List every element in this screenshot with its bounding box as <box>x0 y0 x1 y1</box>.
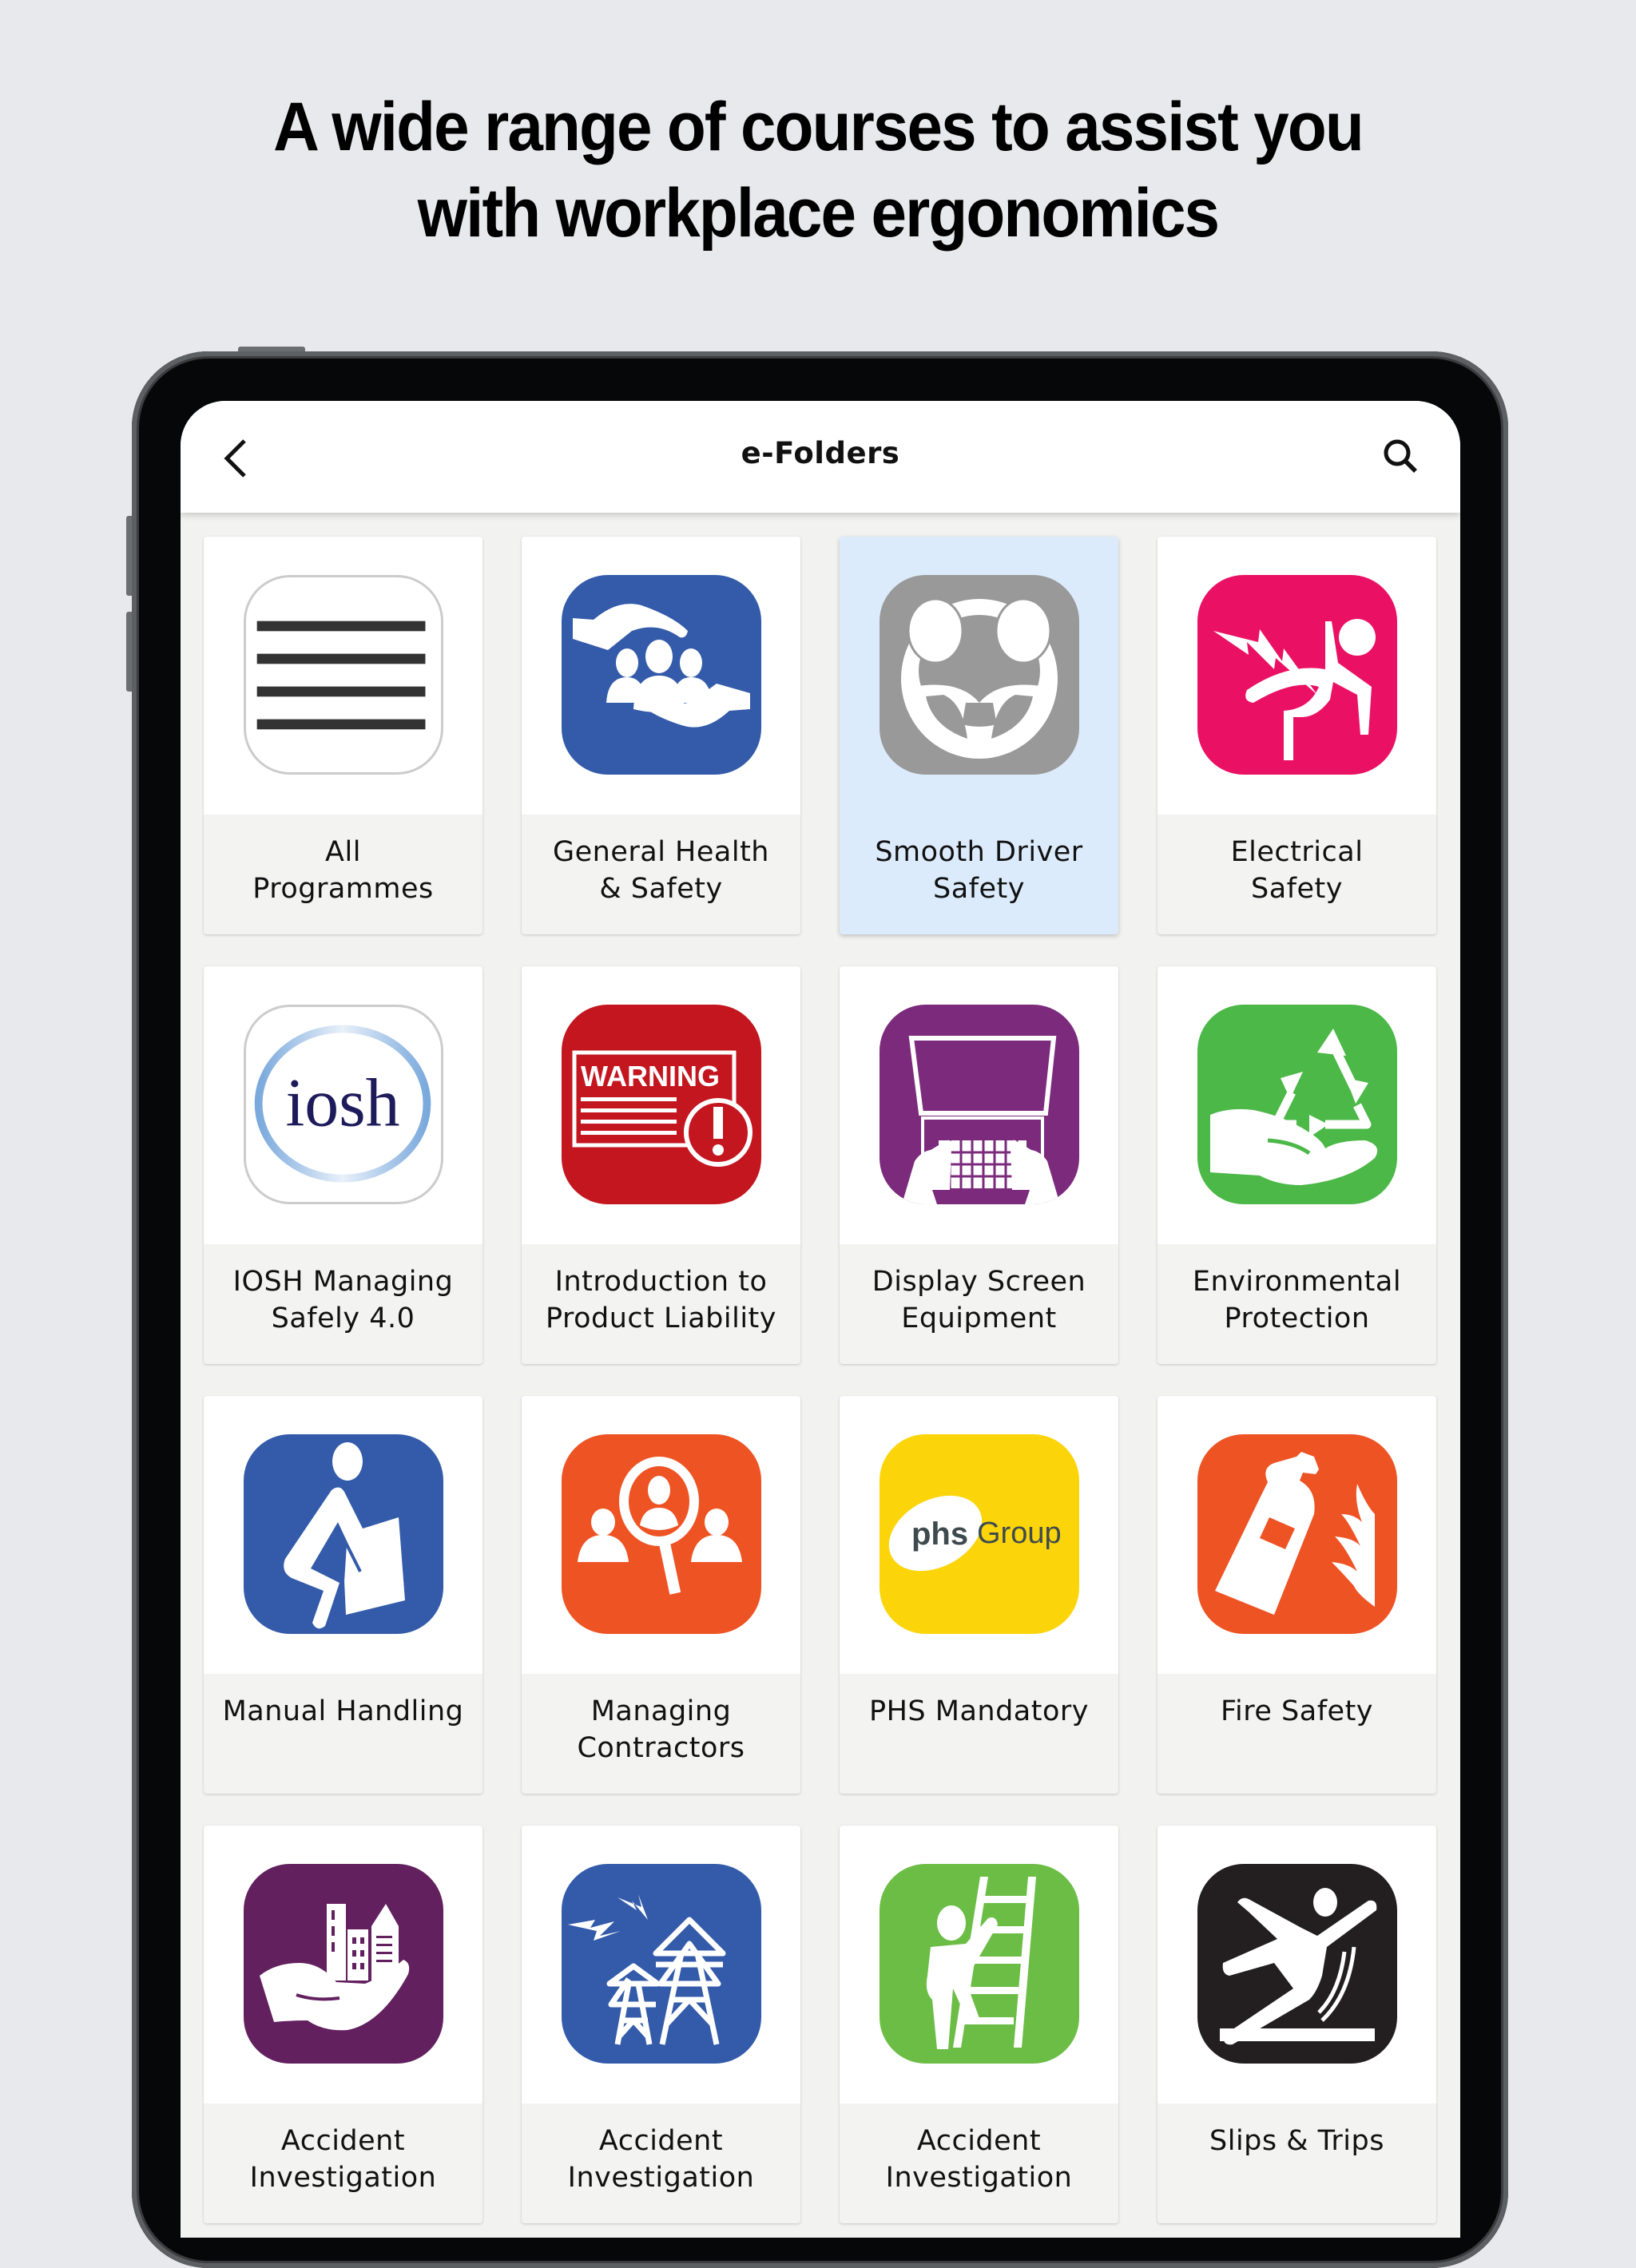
folder-label: PHS Mandatory <box>869 1695 1089 1727</box>
hand-holding-buildings-icon <box>244 1864 443 2064</box>
power-pylons-icon <box>562 1864 761 2064</box>
menu-lines-icon <box>244 575 443 775</box>
folder-tile-fire-safety[interactable]: Fire Safety <box>1158 1396 1436 1794</box>
folder-label: Manual Handling <box>222 1695 464 1727</box>
folder-tile-accident-investigation-1[interactable]: Accident Investigation <box>204 1826 482 2223</box>
folder-tile-iosh-managing-safely[interactable]: iosh IOSH Managing Safely 4.0 <box>204 966 482 1364</box>
app-bar: e-Folders <box>181 401 1460 513</box>
warning-sign-icon: WARNING <box>562 1005 761 1204</box>
folder-label: Introduction to Product Liability <box>545 1266 776 1334</box>
folder-tile-general-health-safety[interactable]: General Health & Safety <box>522 537 800 934</box>
svg-text:phs: phs <box>911 1517 968 1552</box>
folder-label: Smooth Driver Safety <box>875 836 1083 905</box>
app-screen: e-Folders All Programmes General Health … <box>181 401 1460 2238</box>
folder-label: IOSH Managing Safely 4.0 <box>232 1266 454 1334</box>
iosh-logo-icon: iosh <box>244 1005 443 1204</box>
headline-line-1: A wide range of courses to assist you <box>273 89 1364 165</box>
folder-label: Accident Investigation <box>249 2125 437 2194</box>
steering-wheel-airbag-icon <box>880 575 1079 775</box>
hands-protecting-people-icon <box>562 575 761 775</box>
folder-tile-product-liability[interactable]: WARNING Introduction to Product Liability <box>522 966 800 1364</box>
search-button[interactable] <box>1377 433 1425 481</box>
folder-tile-electrical-safety[interactable]: Electrical Safety <box>1158 537 1436 934</box>
folder-tile-accident-investigation-2[interactable]: Accident Investigation <box>522 1826 800 2223</box>
page-title: e-Folders <box>741 436 900 470</box>
iosh-logo-text: iosh <box>285 1064 399 1140</box>
headline-line-2: with workplace ergonomics <box>417 175 1220 252</box>
folder-tile-smooth-driver-safety[interactable]: Smooth Driver Safety <box>840 537 1118 934</box>
folder-tile-all-programmes[interactable]: All Programmes <box>204 537 482 934</box>
electric-shock-icon <box>1197 575 1397 775</box>
folder-label: Display Screen Equipment <box>872 1266 1086 1334</box>
folder-tile-managing-contractors[interactable]: Managing Contractors <box>522 1396 800 1794</box>
person-lifting-box-icon <box>244 1434 443 1634</box>
folder-label: Accident Investigation <box>567 2125 755 2194</box>
fire-extinguisher-icon <box>1197 1434 1397 1634</box>
warning-text: WARNING <box>581 1060 720 1092</box>
svg-text:Group: Group <box>977 1517 1062 1550</box>
person-slipping-icon <box>1197 1864 1397 2064</box>
phs-group-logo-icon: phs Group <box>880 1434 1079 1634</box>
folder-label: All Programmes <box>252 836 434 905</box>
ladder-climber-icon <box>880 1864 1079 2064</box>
folder-label: Managing Contractors <box>577 1695 745 1764</box>
recycle-hand-icon <box>1197 1005 1397 1204</box>
folder-tile-display-screen-equipment[interactable]: Display Screen Equipment <box>840 966 1118 1364</box>
folder-label: Slips & Trips <box>1209 2125 1384 2157</box>
folder-tile-accident-investigation-3[interactable]: Accident Investigation <box>840 1826 1118 2223</box>
folder-label: Fire Safety <box>1220 1695 1374 1727</box>
folder-label: General Health & Safety <box>553 836 769 905</box>
magnifier-people-icon <box>562 1434 761 1634</box>
folder-tile-environmental-protection[interactable]: Environmental Protection <box>1158 966 1436 1364</box>
folder-grid: All Programmes General Health & Safety S… <box>204 537 1436 2223</box>
search-icon <box>1384 439 1417 473</box>
folder-tile-manual-handling[interactable]: Manual Handling <box>204 1396 482 1794</box>
folder-label: Electrical Safety <box>1230 836 1364 905</box>
folder-label: Accident Investigation <box>885 2125 1073 2194</box>
folder-tile-phs-mandatory[interactable]: phs Group PHS Mandatory <box>840 1396 1118 1794</box>
laptop-typing-icon <box>880 1005 1079 1204</box>
page-headline: A wide range of courses to assist you wi… <box>58 84 1579 256</box>
folder-label: Environmental Protection <box>1192 1266 1402 1334</box>
folder-tile-slips-trips[interactable]: Slips & Trips <box>1158 1826 1436 2223</box>
